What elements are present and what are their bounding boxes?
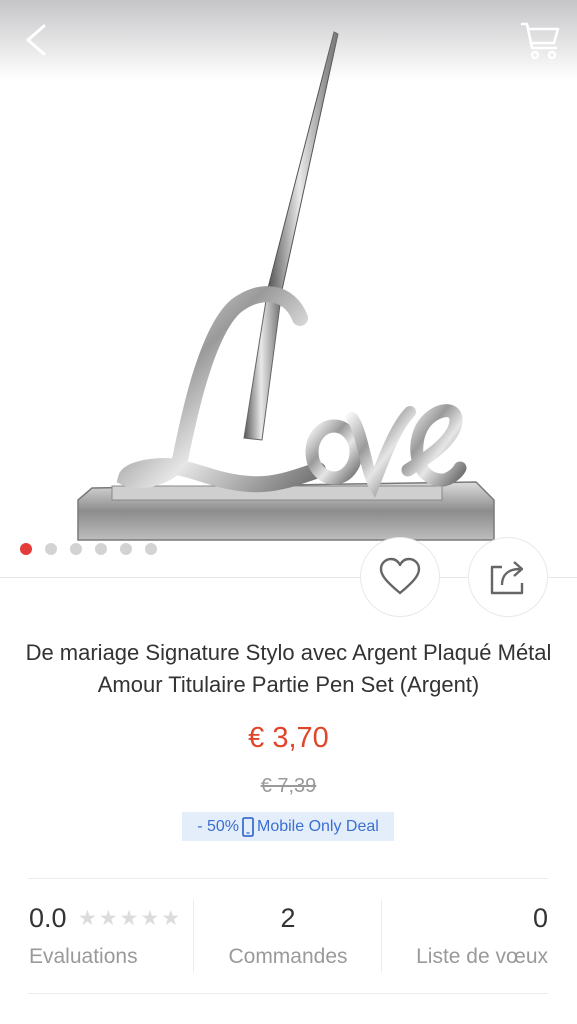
stats-divider-top [28, 878, 548, 879]
mobile-phone-icon [242, 816, 254, 837]
star-icon: ★ [161, 907, 181, 930]
orders-label: Commandes [228, 945, 348, 968]
cart-button[interactable] [512, 16, 564, 64]
chevron-left-icon [26, 24, 46, 56]
gallery-pagination [20, 543, 157, 555]
wishlist-count-value: 0 [532, 903, 548, 933]
rating-label: Evaluations [29, 945, 138, 968]
product-image [77, 31, 495, 541]
mobile-deal-badge: - 50% Mobile Only Deal [182, 812, 394, 841]
gallery-dot[interactable] [120, 543, 132, 555]
star-icon: ★ [98, 907, 118, 930]
original-price: € 7,39 [260, 775, 317, 797]
wishlist-count-label: Liste de vœux [416, 945, 548, 968]
rating-value: 0.0 [29, 903, 67, 933]
gallery-dot[interactable] [145, 543, 157, 555]
header-gradient [0, 0, 577, 80]
gallery-dot[interactable] [95, 543, 107, 555]
gallery-dot[interactable] [20, 543, 32, 555]
product-title: De mariage Signature Stylo avec Argent P… [25, 640, 552, 697]
shopping-cart-icon [520, 22, 560, 60]
heart-icon [379, 557, 421, 595]
gallery-dot[interactable] [45, 543, 57, 555]
rating-stars: ★ ★ ★ ★ ★ [78, 907, 180, 931]
product-image-gallery[interactable] [0, 0, 577, 578]
gallery-dot[interactable] [70, 543, 82, 555]
star-icon: ★ [78, 907, 97, 930]
deal-label: Mobile Only Deal [256, 817, 379, 835]
star-icon: ★ [119, 907, 139, 930]
discount-percent: - 50% [197, 817, 239, 835]
orders-value: 2 [280, 903, 296, 933]
back-button[interactable] [14, 16, 58, 64]
wishlist-button[interactable] [360, 537, 440, 617]
share-button[interactable] [468, 537, 548, 617]
stats-divider-bottom [28, 993, 548, 994]
product-price: € 3,70 [248, 722, 329, 754]
share-icon [490, 561, 524, 595]
star-icon: ★ [140, 907, 160, 930]
